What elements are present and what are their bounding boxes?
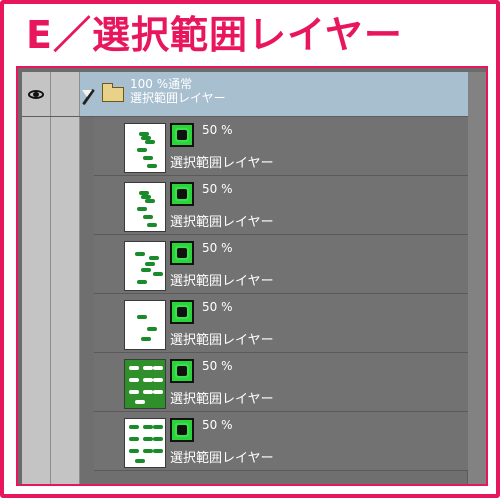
- thumbnail-mark: [153, 390, 163, 394]
- layer-opacity: 50 %: [202, 182, 233, 196]
- thumbnail-mark: [129, 437, 139, 441]
- thumbnail-mark: [143, 215, 153, 219]
- layer-thumbnail: [124, 241, 166, 291]
- eye-icon[interactable]: [28, 90, 44, 99]
- visibility-column[interactable]: [22, 116, 51, 484]
- thumbnail-mark: [145, 140, 155, 144]
- mask-icon[interactable]: [170, 182, 194, 206]
- layer-row[interactable]: 50 % 選択範囲レイヤー: [94, 353, 468, 412]
- layer-opacity: 50 %: [202, 241, 233, 255]
- thumbnail-mark: [143, 378, 153, 382]
- layer-opacity: 50 %: [202, 359, 233, 373]
- mask-icon[interactable]: [170, 359, 194, 383]
- layer-panel: 100 %通常 選択範囲レイヤー 50 % 選択範囲レイヤー 50 % 選択範囲レイヤ…: [16, 66, 488, 486]
- layer-name: 選択範囲レイヤー: [170, 333, 274, 348]
- scrollbar[interactable]: [467, 72, 486, 484]
- expand-icon[interactable]: [82, 90, 92, 97]
- thumbnail-mark: [143, 390, 153, 394]
- thumbnail-mark: [153, 378, 163, 382]
- layer-name: 選択範囲レイヤー: [170, 274, 274, 289]
- thumbnail-mark: [143, 437, 153, 441]
- thumbnail-mark: [135, 252, 145, 256]
- folder-name: 選択範囲レイヤー: [130, 91, 226, 105]
- layer-name: 選択範囲レイヤー: [170, 215, 274, 230]
- page-title: E／選択範囲レイヤー: [26, 13, 403, 57]
- thumbnail-mark: [143, 425, 153, 429]
- layer-thumbnail: [124, 123, 166, 173]
- thumbnail-mark: [143, 366, 153, 370]
- thumbnail-mark: [137, 280, 147, 284]
- thumbnail-mark: [145, 199, 155, 203]
- folder-edit-cell[interactable]: [51, 72, 95, 116]
- thumbnail-mark: [137, 148, 147, 152]
- thumbnail-mark: [153, 437, 163, 441]
- visibility-columns: [22, 116, 94, 484]
- layer-thumbnail: [124, 300, 166, 350]
- layer-thumbnail: [124, 182, 166, 232]
- thumbnail-mark: [129, 449, 139, 453]
- mask-icon[interactable]: [170, 123, 194, 147]
- layer-row[interactable]: 50 % 選択範囲レイヤー: [94, 235, 468, 294]
- thumbnail-mark: [147, 164, 157, 168]
- layer-name: 選択範囲レイヤー: [170, 451, 274, 466]
- thumbnail-mark: [145, 262, 155, 266]
- thumbnail-mark: [153, 366, 163, 370]
- folder-opacity-mode: 100 %通常: [130, 77, 193, 91]
- thumbnail-mark: [129, 425, 139, 429]
- thumbnail-mark: [129, 390, 139, 394]
- layer-opacity: 50 %: [202, 418, 233, 432]
- thumbnail-mark: [141, 268, 151, 272]
- layer-row[interactable]: 50 % 選択範囲レイヤー: [94, 117, 468, 176]
- mask-icon[interactable]: [170, 418, 194, 442]
- folder-visibility-cell[interactable]: [22, 72, 51, 116]
- layer-row[interactable]: 50 % 選択範囲レイヤー: [94, 294, 468, 353]
- thumbnail-mark: [153, 272, 163, 276]
- thumbnail-mark: [141, 136, 151, 140]
- layer-opacity: 50 %: [202, 300, 233, 314]
- thumbnail-mark: [137, 207, 147, 211]
- layer-row[interactable]: 50 % 選択範囲レイヤー: [94, 412, 468, 471]
- thumbnail-mark: [137, 315, 147, 319]
- thumbnail-mark: [149, 256, 159, 260]
- lock-column[interactable]: [51, 116, 80, 484]
- layer-name: 選択範囲レイヤー: [170, 156, 274, 171]
- thumbnail-mark: [153, 449, 163, 453]
- mask-icon[interactable]: [170, 241, 194, 265]
- thumbnail-mark: [129, 378, 139, 382]
- thumbnail-mark: [147, 327, 157, 331]
- folder-label: 100 %通常 選択範囲レイヤー: [130, 77, 226, 105]
- thumbnail-mark: [147, 223, 157, 227]
- layer-row[interactable]: 50 % 選択範囲レイヤー: [94, 176, 468, 235]
- folder-row[interactable]: 100 %通常 選択範囲レイヤー: [22, 72, 468, 117]
- thumbnail-mark: [135, 459, 145, 463]
- layer-opacity: 50 %: [202, 123, 233, 137]
- page-frame: E／選択範囲レイヤー 100 %通常 選択範囲レイヤー 50 % 選択範囲レイヤ…: [0, 0, 500, 498]
- thumbnail-mark: [153, 425, 163, 429]
- thumbnail-mark: [143, 156, 153, 160]
- layer-list: 100 %通常 選択範囲レイヤー 50 % 選択範囲レイヤー 50 % 選択範囲レイヤ…: [22, 72, 486, 484]
- thumbnail-mark: [143, 449, 153, 453]
- layer-name: 選択範囲レイヤー: [170, 392, 274, 407]
- folder-icon: [102, 83, 124, 102]
- mask-icon[interactable]: [170, 300, 194, 324]
- layer-thumbnail: [124, 418, 166, 468]
- thumbnail-mark: [141, 195, 151, 199]
- thumbnail-mark: [129, 366, 139, 370]
- thumbnail-mark: [135, 400, 145, 404]
- layer-thumbnail: [124, 359, 166, 409]
- thumbnail-mark: [141, 337, 151, 341]
